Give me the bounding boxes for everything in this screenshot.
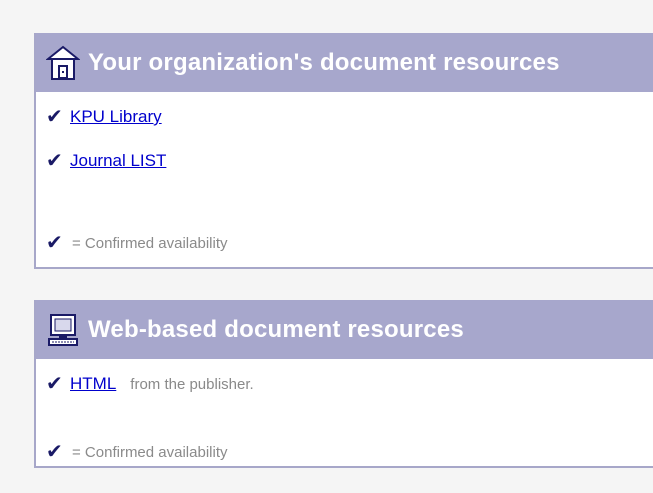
journal-list-link[interactable]: Journal LIST (70, 151, 166, 171)
html-source-note: from the publisher. (130, 375, 254, 393)
resource-row-journal-list: ✔ Journal LIST (46, 151, 166, 171)
check-icon: ✔ (46, 441, 63, 463)
org-resources-header: Your organization's document resources (36, 33, 653, 92)
check-icon: ✔ (46, 232, 63, 254)
resource-row-kpu-library: ✔ KPU Library (46, 107, 162, 127)
web-resources-header: Web-based document resources (36, 300, 653, 359)
org-resources-title: Your organization's document resources (88, 48, 560, 76)
check-icon: ✔ (46, 150, 63, 172)
check-icon: ✔ (46, 106, 63, 128)
org-resources-panel: Your organization's document resources ✔… (34, 33, 653, 269)
check-icon: ✔ (46, 373, 63, 395)
computer-icon (48, 313, 78, 346)
availability-legend: ✔ = Confirmed availability (46, 442, 228, 462)
availability-legend: ✔ = Confirmed availability (46, 233, 228, 253)
web-resources-panel: Web-based document resources ✔ HTML from… (34, 300, 653, 468)
resource-row-html: ✔ HTML from the publisher. (46, 374, 254, 394)
kpu-library-link[interactable]: KPU Library (70, 107, 162, 127)
availability-legend-text: = Confirmed availability (72, 234, 228, 252)
library-building-icon (46, 45, 80, 80)
web-resources-title: Web-based document resources (88, 315, 464, 343)
availability-legend-text: = Confirmed availability (72, 443, 228, 461)
html-link[interactable]: HTML (70, 374, 116, 394)
